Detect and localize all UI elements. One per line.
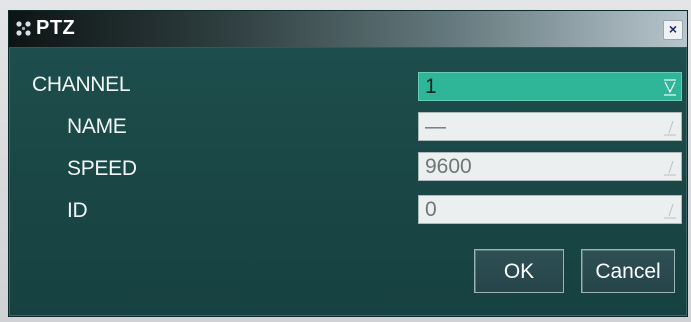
screen: PTZ × CHANNEL NAME SPEED ID 1 — 9600 0 O… [0,0,691,322]
dropdown-arrow-icon[interactable] [663,116,677,138]
id-field[interactable]: 0 [418,195,682,224]
dropdown-arrow-icon[interactable] [663,76,677,98]
ptz-camera-icon [16,21,31,36]
cancel-button[interactable]: Cancel [581,249,675,293]
name-value: — [425,115,446,138]
close-button[interactable]: × [663,20,683,40]
ok-button[interactable]: OK [474,249,564,293]
id-label: ID [67,199,88,222]
speed-field[interactable]: 9600 [418,152,682,181]
channel-select[interactable]: 1 [418,72,682,101]
name-field[interactable]: — [418,112,682,141]
speed-value: 9600 [425,155,472,178]
dropdown-arrow-icon[interactable] [663,199,677,221]
ptz-dialog: PTZ × CHANNEL NAME SPEED ID 1 — 9600 0 O… [8,10,688,317]
name-label: NAME [67,115,127,138]
channel-label: CHANNEL [32,73,131,96]
dialog-title: PTZ [36,17,76,39]
id-value: 0 [425,198,437,221]
dropdown-arrow-icon[interactable] [663,156,677,178]
speed-label: SPEED [67,157,137,180]
title-bar[interactable]: PTZ × [9,11,687,48]
channel-value: 1 [425,75,437,98]
close-icon: × [668,21,678,37]
